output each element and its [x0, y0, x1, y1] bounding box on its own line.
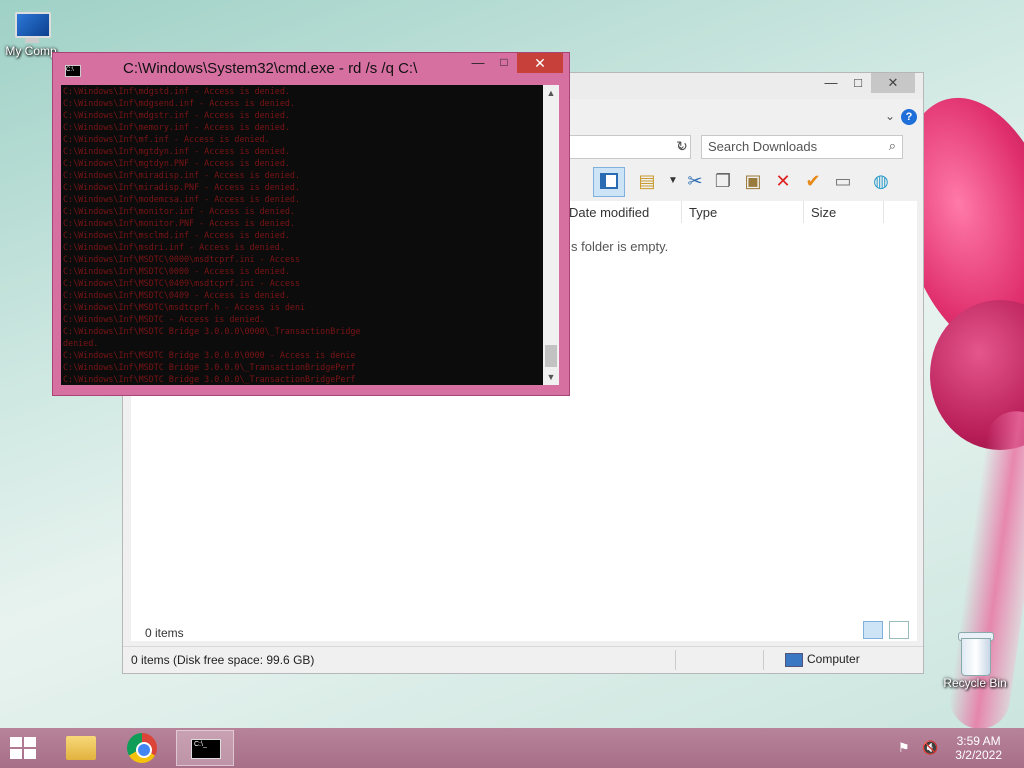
globe-icon[interactable]: ◍: [867, 167, 895, 195]
column-date-modified[interactable]: Date modified: [569, 205, 649, 220]
column-size[interactable]: Size: [811, 205, 836, 220]
refresh-icon[interactable]: ↻: [671, 135, 693, 157]
desktop-icon-my-computer[interactable]: My Comp: [0, 10, 62, 58]
paste-icon[interactable]: ▣: [739, 167, 767, 195]
console-line: C:\Windows\Inf\MSDTC\0409 - Access is de…: [63, 290, 290, 300]
console-output[interactable]: C:\Windows\Inf\mdgstd.inf - Access is de…: [61, 85, 543, 385]
view-switcher: [861, 621, 909, 644]
system-clock[interactable]: 3:59 AM 3/2/2022: [955, 734, 1002, 762]
cmd-titlebar[interactable]: C:\ C:\Windows\System32\cmd.exe - rd /s …: [53, 53, 569, 83]
console-line: C:\Windows\Inf\msclmd.inf - Access is de…: [63, 230, 290, 240]
scroll-down-icon[interactable]: ▼: [543, 369, 559, 385]
preview-pane-button[interactable]: [593, 167, 625, 197]
cmd-icon: C:\: [65, 65, 81, 77]
taskbar: C:\_ ⚑ 🔇 3:59 AM 3/2/2022: [0, 728, 1024, 768]
desktop-icon-recycle-bin[interactable]: Recycle Bin: [940, 630, 1010, 690]
console-line: C:\Windows\Inf\MSDTC\0000\msdtcprf.ini -…: [63, 254, 300, 264]
console-line: C:\Windows\Inf\MSDTC Bridge 3.0.0.0\_Tra…: [63, 362, 356, 372]
console-line: C:\Windows\Inf\msdri.inf - Access is den…: [63, 242, 285, 252]
computer-icon: [11, 10, 51, 44]
taskbar-file-explorer[interactable]: [52, 730, 110, 766]
status-location: Computer: [785, 652, 860, 667]
console-line: denied.: [63, 338, 99, 348]
rename-icon[interactable]: ▭: [829, 167, 857, 195]
desktop-icon-label: Recycle Bin: [943, 676, 1007, 690]
console-line: C:\Windows\Inf\mdgsend.inf - Access is d…: [63, 98, 295, 108]
copy-icon[interactable]: ❐: [709, 167, 737, 195]
console-line: C:\Windows\Inf\monitor.inf - Access is d…: [63, 206, 295, 216]
console-line: C:\Windows\Inf\mgtdyn.inf - Access is de…: [63, 146, 290, 156]
minimize-button[interactable]: —: [816, 73, 846, 93]
console-line: C:\Windows\Inf\MSDTC Bridge 3.0.0.0\0000…: [63, 350, 356, 360]
column-headers: Date modified Type Size: [569, 201, 917, 225]
search-input[interactable]: [702, 136, 884, 156]
delete-icon[interactable]: ✕: [769, 167, 797, 195]
item-count: 0 items: [145, 626, 184, 640]
start-button[interactable]: [10, 737, 38, 761]
console-line: C:\Windows\Inf\mf.inf - Access is denied…: [63, 134, 270, 144]
large-icons-view-icon[interactable]: [889, 621, 909, 639]
console-line: C:\Windows\Inf\miradisp.inf - Access is …: [63, 170, 300, 180]
scrollbar-thumb[interactable]: [545, 345, 557, 367]
cut-icon[interactable]: ✂: [681, 167, 709, 195]
empty-folder-message: s folder is empty.: [571, 239, 669, 254]
minimize-button[interactable]: —: [465, 55, 491, 73]
details-view-icon[interactable]: [862, 621, 883, 639]
window-title: C:\Windows\System32\cmd.exe - rd /s /q C…: [123, 60, 418, 77]
console-line: C:\Windows\Inf\memory.inf - Access is de…: [63, 122, 290, 132]
status-bar: 0 items (Disk free space: 99.6 GB) Compu…: [123, 646, 923, 673]
console-line: C:\Windows\Inf\MSDTC\0409\msdtcprf.ini -…: [63, 278, 300, 288]
folder-icon: [66, 736, 96, 760]
scroll-up-icon[interactable]: ▲: [543, 85, 559, 101]
console-line: C:\Windows\Inf\MSDTC - Access is denied.: [63, 314, 265, 324]
ribbon-expand-icon[interactable]: ⌄: [885, 109, 895, 123]
chrome-icon: [127, 733, 157, 763]
recycle-bin-icon: [958, 630, 994, 676]
explorer-toolbar: ▤ ▼ ✂ ❐ ▣ ✕ ✔ ▭ ◍: [563, 165, 913, 199]
maximize-button[interactable]: □: [843, 73, 873, 93]
status-disk-space: 0 items (Disk free space: 99.6 GB): [131, 653, 315, 667]
computer-icon: [785, 652, 803, 667]
search-box[interactable]: ⌕: [701, 135, 903, 159]
console-line: C:\Windows\Inf\monitor.PNF - Access is d…: [63, 218, 295, 228]
checkmark-icon[interactable]: ✔: [799, 167, 827, 195]
maximize-button[interactable]: □: [491, 55, 517, 73]
volume-muted-icon[interactable]: 🔇: [922, 740, 938, 756]
console-line: C:\Windows\Inf\mdgstd.inf - Access is de…: [63, 86, 290, 96]
properties-icon[interactable]: ▤: [633, 167, 661, 195]
network-icon[interactable]: ⚑: [898, 740, 914, 756]
clock-time: 3:59 AM: [956, 734, 1001, 748]
taskbar-chrome[interactable]: [114, 730, 172, 766]
console-line: C:\Windows\Inf\MSDTC\0000 - Access is de…: [63, 266, 290, 276]
vertical-scrollbar[interactable]: ▲ ▼: [543, 85, 559, 385]
clock-date: 3/2/2022: [955, 748, 1002, 762]
console-line: C:\Windows\Inf\mgtdyn.PNF - Access is de…: [63, 158, 290, 168]
help-icon[interactable]: ?: [901, 109, 917, 125]
column-type[interactable]: Type: [689, 205, 717, 220]
console-line: C:\Windows\Inf\MSDTC Bridge 3.0.0.0\_Tra…: [63, 374, 356, 384]
console-line: C:\Windows\Inf\MSDTC Bridge 3.0.0.0\0000…: [63, 326, 361, 336]
search-icon[interactable]: ⌕: [889, 138, 896, 154]
cmd-icon: C:\_: [191, 739, 221, 759]
close-button[interactable]: ✕: [871, 73, 915, 93]
console-line: C:\Windows\Inf\miradisp.PNF - Access is …: [63, 182, 300, 192]
command-prompt-window: C:\ C:\Windows\System32\cmd.exe - rd /s …: [52, 52, 570, 396]
console-line: C:\Windows\Inf\MSDTC\msdtcprf.h - Access…: [63, 302, 306, 312]
taskbar-command-prompt[interactable]: C:\_: [176, 730, 234, 766]
close-button[interactable]: ✕: [517, 53, 563, 73]
wallpaper-flower-bud: [930, 300, 1024, 450]
console-line: C:\Windows\Inf\mdgstr.inf - Access is de…: [63, 110, 290, 120]
console-line: C:\Windows\Inf\modemcsa.inf - Access is …: [63, 194, 300, 204]
